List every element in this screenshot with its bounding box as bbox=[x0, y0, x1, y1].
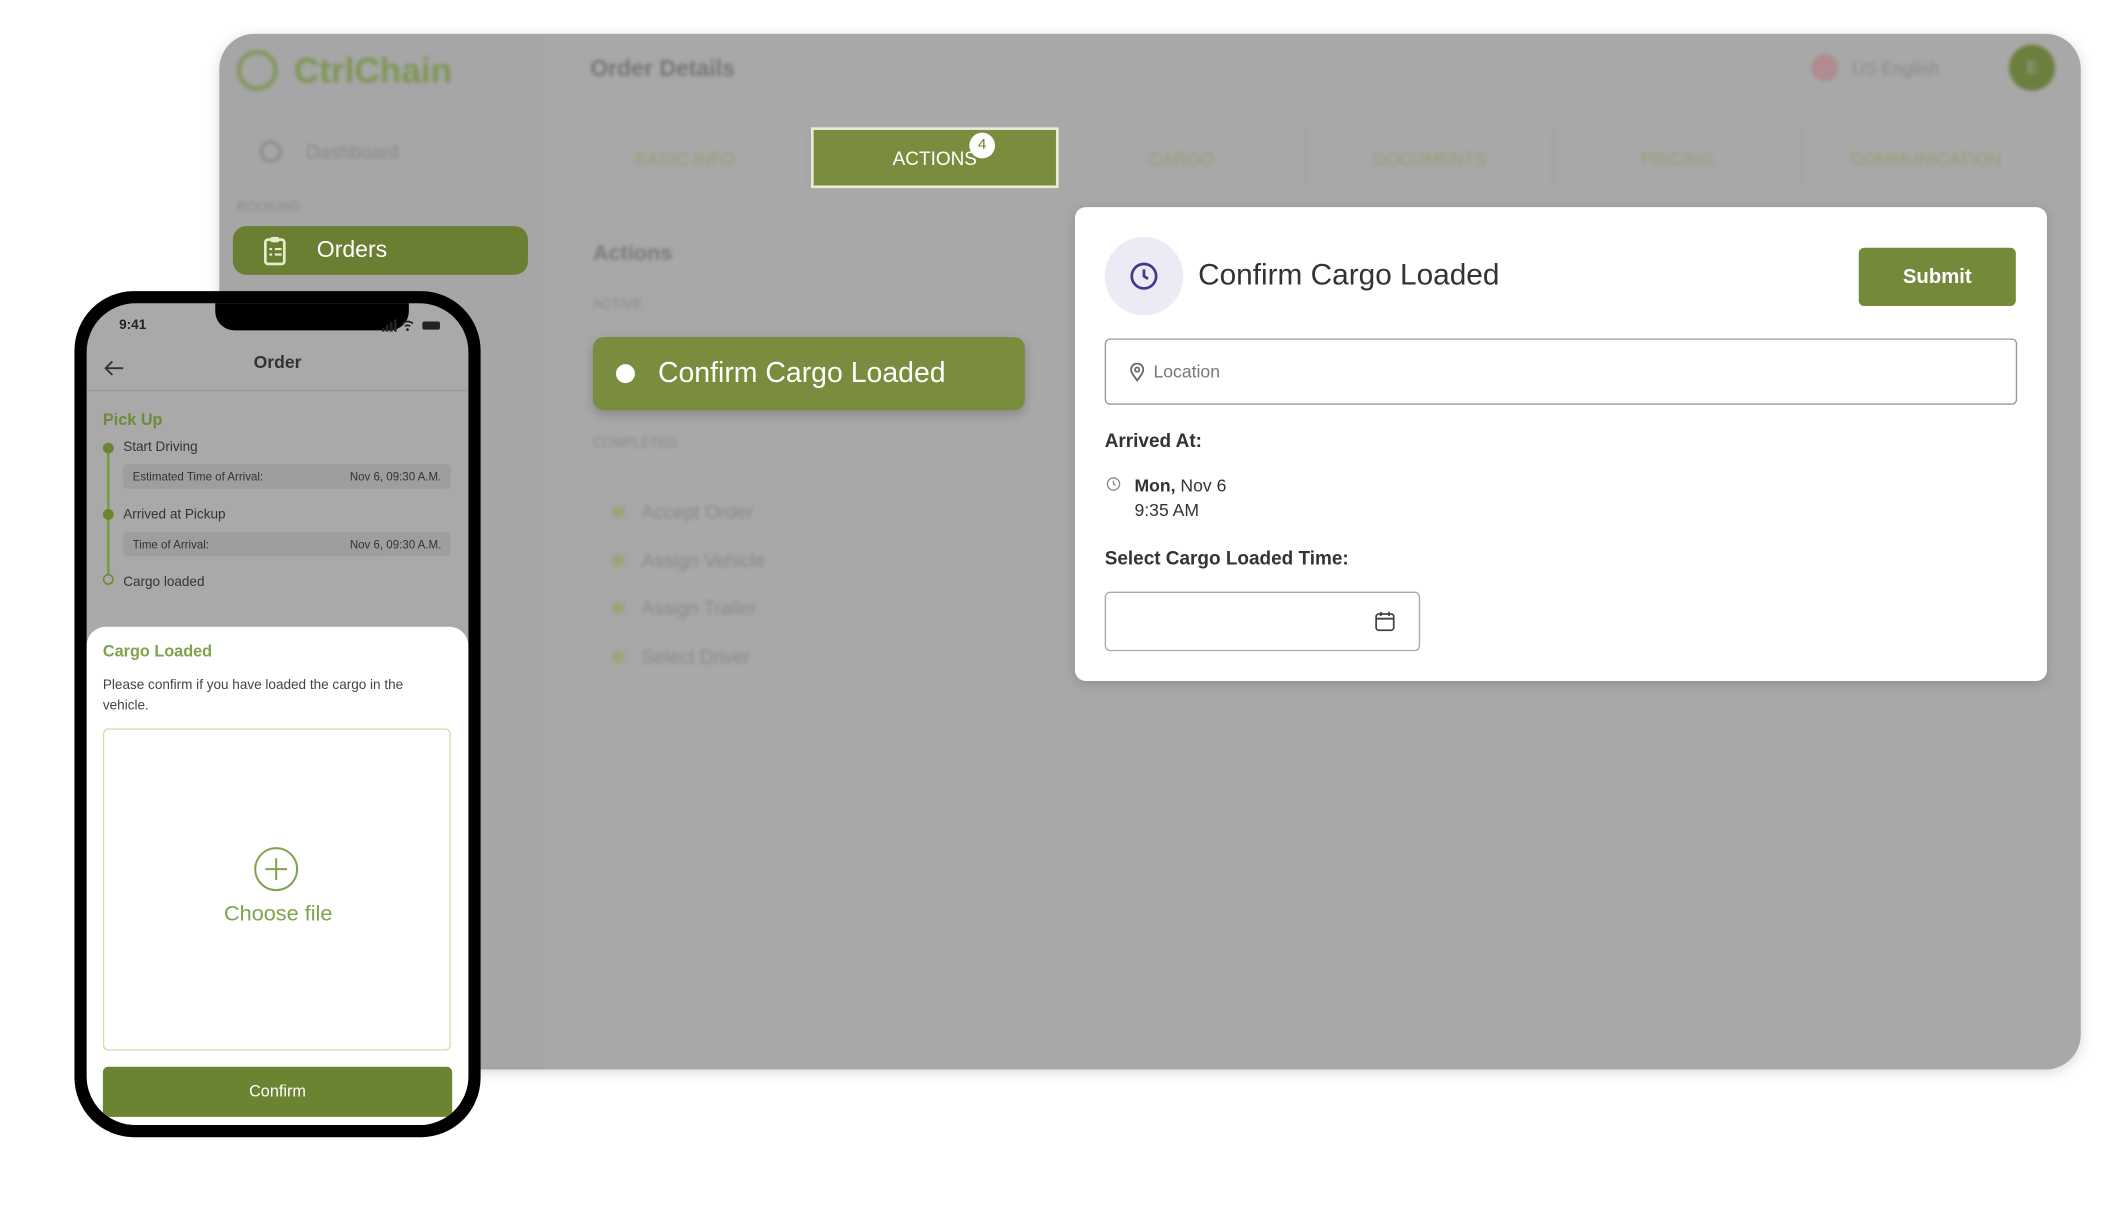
step-label: Start Driving bbox=[123, 439, 198, 455]
arrived-at-label: Arrived At: bbox=[1104, 429, 1202, 451]
card-title: Confirm Cargo Loaded bbox=[1198, 257, 1500, 292]
completed-item[interactable]: Assign Vehicle bbox=[611, 537, 765, 585]
phone-header: Order bbox=[86, 347, 469, 392]
us-flag-icon bbox=[1811, 54, 1839, 82]
active-action-label: Confirm Cargo Loaded bbox=[657, 357, 946, 389]
step-label: Cargo loaded bbox=[123, 575, 205, 591]
location-pin-icon bbox=[1130, 362, 1145, 382]
clipboard-icon bbox=[263, 236, 286, 266]
location-placeholder: Location bbox=[1153, 361, 1220, 382]
sidebar-item-orders[interactable]: Orders bbox=[232, 226, 528, 275]
pickup-heading: Pick Up bbox=[102, 410, 163, 430]
choose-file-label: Choose file bbox=[224, 902, 333, 926]
confirm-button[interactable]: Confirm bbox=[102, 1066, 453, 1117]
language-selector[interactable]: US English bbox=[1852, 58, 1939, 78]
arrived-at-value: Mon, Nov 6 9:35 AM bbox=[1134, 475, 1227, 520]
tab-actions[interactable]: ACTIONS 4 bbox=[810, 127, 1059, 189]
confirm-cargo-card: Confirm Cargo Loaded Submit Location Arr… bbox=[1074, 207, 2047, 681]
calendar-icon[interactable] bbox=[1374, 611, 1396, 633]
completed-item[interactable]: Assign Trailer bbox=[611, 585, 765, 633]
avatar[interactable]: E bbox=[2009, 44, 2056, 91]
completed-list: Accept Order Assign Vehicle Assign Trail… bbox=[611, 489, 765, 681]
phone-title: Order bbox=[253, 351, 302, 373]
small-clock-icon bbox=[1106, 477, 1121, 491]
sidebar-item-dashboard[interactable]: Dashboard bbox=[306, 141, 399, 163]
eta-row: Estimated Time of Arrival: Nov 6, 09:30 A… bbox=[123, 464, 451, 489]
submit-button[interactable]: Submit bbox=[1858, 247, 2016, 306]
completed-item[interactable]: Accept Order bbox=[611, 489, 765, 537]
notch bbox=[215, 303, 409, 331]
bottom-sheet: Cargo Loaded Please confirm if you have … bbox=[86, 626, 469, 1126]
status-time: 9:41 bbox=[119, 318, 147, 334]
active-label: ACTIVE bbox=[592, 297, 642, 313]
dashboard-icon bbox=[259, 140, 282, 163]
arrival-row: Time of Arrival: Nov 6, 09:30 A.M. bbox=[123, 532, 451, 557]
clock-icon bbox=[1104, 236, 1184, 316]
timeline-dot bbox=[102, 509, 114, 520]
step-label: Arrived at Pickup bbox=[123, 507, 226, 523]
actions-count-badge: 4 bbox=[969, 132, 996, 159]
sheet-text: Please confirm if you have loaded the ca… bbox=[102, 678, 404, 714]
radio-dot-icon bbox=[615, 364, 635, 384]
tab-basic-info[interactable]: BASIC INFO bbox=[562, 128, 810, 189]
timeline-dot-open bbox=[102, 574, 114, 585]
completed-item[interactable]: Select Driver bbox=[611, 633, 765, 681]
sidebar-section-label: BOOKING bbox=[236, 200, 301, 216]
cargo-loaded-time-input[interactable] bbox=[1104, 591, 1421, 652]
tab-label: ACTIONS bbox=[892, 146, 977, 169]
timeline-dot bbox=[102, 442, 114, 454]
tab-cargo[interactable]: CARGO bbox=[1059, 128, 1307, 189]
completed-label: COMPLETED bbox=[592, 435, 678, 451]
active-action-item[interactable]: Confirm Cargo Loaded bbox=[592, 337, 1025, 411]
mobile-phone: 9:41 Order Pick Up Start Driving Estimat… bbox=[74, 291, 481, 1138]
plus-circle-icon bbox=[254, 847, 299, 892]
actions-heading: Actions bbox=[592, 242, 673, 266]
select-time-label: Select Cargo Loaded Time: bbox=[1104, 546, 1349, 569]
back-arrow-icon[interactable] bbox=[103, 360, 125, 376]
logo-icon bbox=[236, 50, 278, 91]
file-upload-area[interactable]: Choose file bbox=[102, 728, 451, 1051]
sidebar-item-label: Orders bbox=[316, 236, 388, 263]
status-icons bbox=[381, 319, 440, 332]
tab-pricing[interactable]: PRICING bbox=[1554, 128, 1802, 189]
tab-communication[interactable]: COMMUNICATION bbox=[1802, 129, 2050, 189]
sheet-title: Cargo Loaded bbox=[102, 641, 213, 661]
page-title: Order Details bbox=[590, 55, 735, 82]
logo: CtrlChain bbox=[293, 50, 453, 91]
phone-screen: 9:41 Order Pick Up Start Driving Estimat… bbox=[86, 303, 469, 1126]
tab-documents[interactable]: DOCUMENTS bbox=[1306, 128, 1555, 189]
location-input[interactable]: Location bbox=[1104, 338, 2018, 405]
